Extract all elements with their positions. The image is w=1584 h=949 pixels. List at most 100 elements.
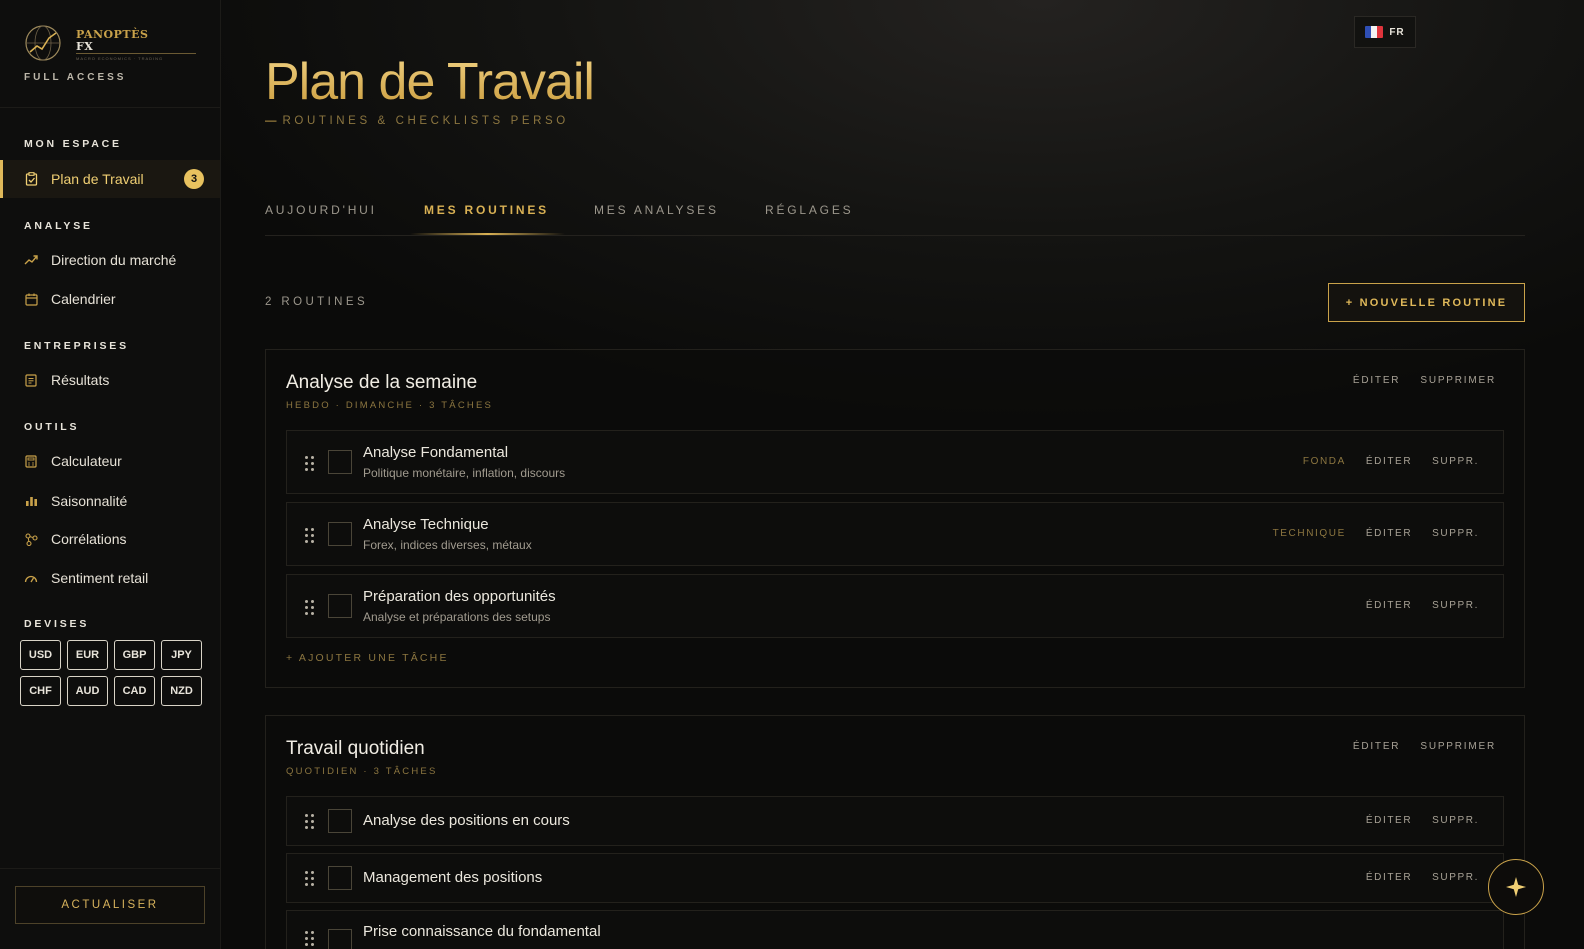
task-row: Analyse des positions en cours ÉDITER SU… [286, 796, 1504, 846]
task-actions: ÉDITER SUPPR. [1366, 815, 1479, 826]
currency-cad[interactable]: CAD [114, 676, 155, 706]
sidebar-item-label: Direction du marché [51, 252, 177, 268]
task-row: Analyse Fondamental Politique monétaire,… [286, 430, 1504, 494]
task-description: Politique monétaire, inflation, discours [363, 466, 566, 480]
task-title: Analyse des positions en cours [363, 812, 570, 829]
calculator-icon [24, 454, 38, 468]
delete-task-button[interactable]: SUPPR. [1432, 528, 1479, 539]
gauge-icon [24, 571, 38, 585]
calendar-icon [24, 292, 38, 306]
tab-bar: AUJOURD'HUI MES ROUTINES MES ANALYSES RÉ… [265, 195, 1525, 236]
task-tag: FONDA [1302, 456, 1346, 467]
access-level: FULL ACCESS [24, 72, 127, 83]
delete-task-button[interactable]: SUPPR. [1432, 872, 1479, 883]
section-devises: DEVISES [24, 618, 90, 630]
routine-title: Travail quotidien [286, 738, 425, 759]
sidebar-item-saisonnalite[interactable]: Saisonnalité [0, 482, 220, 520]
task-row: Analyse Technique Forex, indices diverse… [286, 502, 1504, 566]
task-checkbox[interactable] [328, 450, 352, 474]
task-checkbox[interactable] [328, 929, 352, 949]
edit-task-button[interactable]: ÉDITER [1366, 456, 1412, 467]
task-title: Management des positions [363, 869, 543, 886]
france-flag-icon [1365, 26, 1384, 38]
sparkle-assistant-button[interactable] [1488, 859, 1544, 915]
task-actions: ÉDITER SUPPR. [1366, 600, 1479, 611]
new-routine-button[interactable]: + NOUVELLE ROUTINE [1328, 283, 1525, 322]
drag-handle-icon[interactable] [305, 600, 315, 615]
refresh-button[interactable]: ACTUALISER [15, 886, 205, 924]
edit-routine-button[interactable]: ÉDITER [1353, 741, 1400, 752]
task-tag: TECHNIQUE [1272, 528, 1346, 539]
sidebar-item-correlations[interactable]: Corrélations [0, 520, 220, 558]
drag-handle-icon[interactable] [305, 871, 315, 886]
currency-grid: USD EUR GBP JPY CHF AUD CAD NZD [20, 640, 202, 706]
edit-task-button[interactable]: ÉDITER [1366, 600, 1412, 611]
currency-eur[interactable]: EUR [67, 640, 108, 670]
task-title: Préparation des opportunités [363, 588, 556, 605]
report-icon [24, 373, 38, 387]
routine-card: Analyse de la semaine HEBDO · DIMANCHE ·… [265, 349, 1525, 688]
currency-nzd[interactable]: NZD [161, 676, 202, 706]
currency-chf[interactable]: CHF [20, 676, 61, 706]
section-analyse: ANALYSE [24, 220, 93, 232]
sidebar-item-plan-de-travail[interactable]: Plan de Travail 3 [0, 160, 220, 198]
delete-task-button[interactable]: SUPPR. [1432, 815, 1479, 826]
globe-logo-icon [25, 25, 61, 61]
task-checkbox[interactable] [328, 809, 352, 833]
delete-task-button[interactable]: SUPPR. [1432, 600, 1479, 611]
currency-usd[interactable]: USD [20, 640, 61, 670]
delete-routine-button[interactable]: SUPPRIMER [1420, 741, 1496, 752]
drag-handle-icon[interactable] [305, 528, 315, 543]
sidebar-item-calculateur[interactable]: Calculateur [0, 442, 220, 480]
sidebar-footer: ACTUALISER [0, 868, 220, 949]
sidebar-item-sentiment-retail[interactable]: Sentiment retail [0, 559, 220, 597]
tab-mes-routines[interactable]: MES ROUTINES [424, 203, 549, 217]
task-title: Prise connaissance du fondamental [363, 923, 601, 940]
routine-meta: HEBDO · DIMANCHE · 3 TÂCHES [286, 400, 494, 411]
drag-handle-icon[interactable] [305, 814, 315, 829]
edit-task-button[interactable]: ÉDITER [1366, 872, 1412, 883]
tab-reglages[interactable]: RÉGLAGES [765, 203, 853, 217]
task-title: Analyse Technique [363, 516, 489, 533]
sidebar-item-calendrier[interactable]: Calendrier [0, 280, 220, 318]
task-checkbox[interactable] [328, 866, 352, 890]
tab-aujourdhui[interactable]: AUJOURD'HUI [265, 203, 377, 217]
tab-mes-analyses[interactable]: MES ANALYSES [594, 203, 719, 217]
edit-task-button[interactable]: ÉDITER [1366, 815, 1412, 826]
drag-handle-icon[interactable] [305, 931, 315, 946]
sidebar-item-label: Sentiment retail [51, 570, 149, 586]
edit-routine-button[interactable]: ÉDITER [1353, 375, 1400, 386]
sidebar-item-direction-du-marche[interactable]: Direction du marché [0, 241, 220, 279]
language-selector[interactable]: FR [1354, 16, 1416, 48]
task-checkbox[interactable] [328, 594, 352, 618]
task-row: Prise connaissance du fondamental [286, 910, 1504, 949]
edit-task-button[interactable]: ÉDITER [1366, 528, 1412, 539]
sidebar-item-label: Calendrier [51, 291, 116, 307]
brand-tagline: MACRO ECONOMICS · TRADING [76, 56, 164, 61]
task-actions: ÉDITER SUPPR. [1366, 872, 1479, 883]
task-description: Analyse et préparations des setups [363, 610, 551, 624]
section-mon-espace: MON ESPACE [24, 138, 122, 150]
currency-gbp[interactable]: GBP [114, 640, 155, 670]
network-icon [24, 532, 38, 546]
sidebar-item-resultats[interactable]: Résultats [0, 361, 220, 399]
task-actions: TECHNIQUE ÉDITER SUPPR. [1273, 528, 1479, 539]
drag-handle-icon[interactable] [305, 456, 315, 471]
task-checkbox[interactable] [328, 522, 352, 546]
language-label: FR [1389, 26, 1405, 38]
sidebar-item-label: Corrélations [51, 531, 127, 547]
routine-title: Analyse de la semaine [286, 372, 478, 393]
routine-meta: QUOTIDIEN · 3 TÂCHES [286, 766, 438, 777]
currency-aud[interactable]: AUD [67, 676, 108, 706]
sidebar-item-label: Calculateur [51, 453, 122, 469]
section-entreprises: ENTREPRISES [24, 340, 129, 352]
add-task-button[interactable]: + AJOUTER UNE TÂCHE [286, 652, 449, 664]
delete-task-button[interactable]: SUPPR. [1432, 456, 1479, 467]
task-row: Préparation des opportunités Analyse et … [286, 574, 1504, 638]
currency-jpy[interactable]: JPY [161, 640, 202, 670]
sidebar-item-label: Saisonnalité [51, 493, 128, 509]
notification-badge: 3 [184, 169, 204, 189]
task-row: Management des positions ÉDITER SUPPR. [286, 853, 1504, 903]
task-title: Analyse Fondamental [363, 444, 509, 461]
delete-routine-button[interactable]: SUPPRIMER [1420, 375, 1496, 386]
